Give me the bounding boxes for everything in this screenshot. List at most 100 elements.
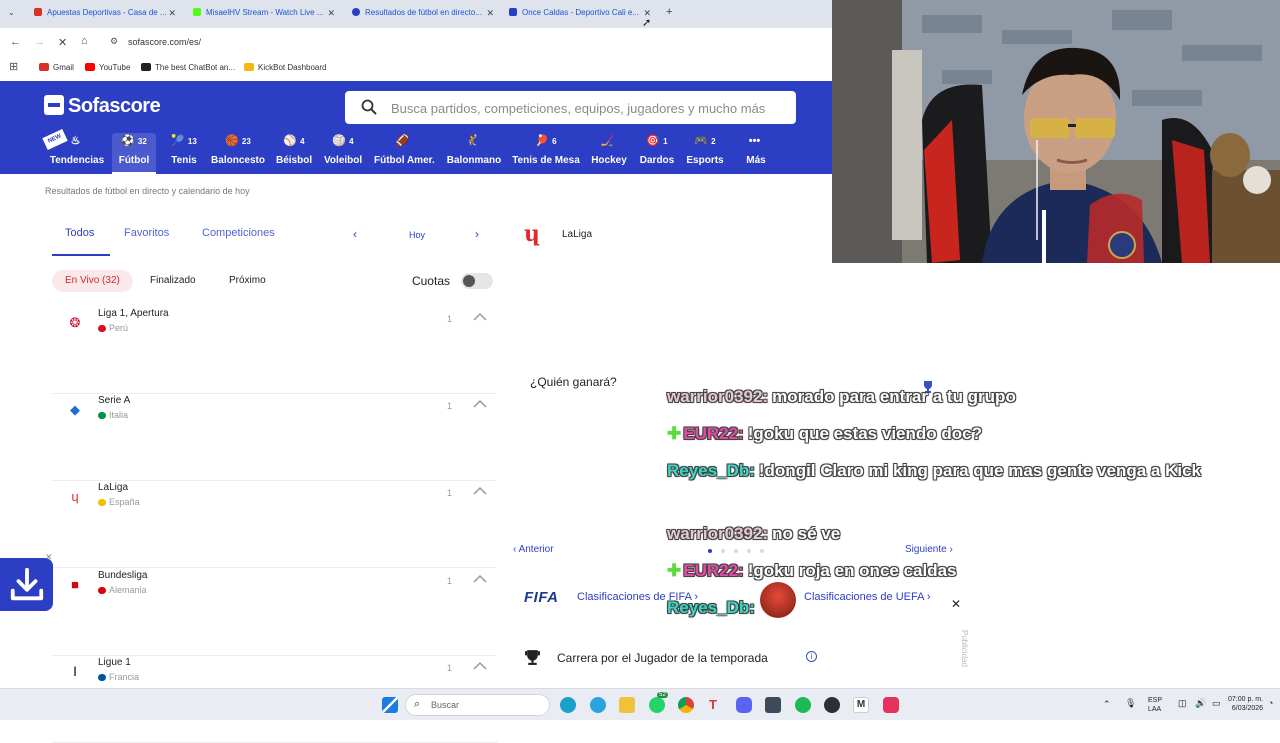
sport-tab-tenis[interactable]: 🎾 13 Tenis: [168, 133, 200, 173]
close-tab-icon[interactable]: ✕: [168, 8, 176, 19]
finished-filter[interactable]: Finalizado: [150, 275, 196, 286]
league-row[interactable]: ɥ LaLiga España 1: [52, 482, 497, 568]
league-match-count: 1: [447, 488, 453, 498]
browser-tab[interactable]: MisaelHV Stream - Watch Live ... ✕: [193, 8, 335, 22]
tab-competiciones[interactable]: Competiciones: [202, 227, 275, 239]
league-row[interactable]: ■ Bundesliga Alemania 1: [52, 570, 497, 656]
sport-tab-fútbol-amer-[interactable]: 🏈 Fútbol Amer.: [374, 133, 435, 173]
bookmark-chatbot[interactable]: The best ChatBot an...: [141, 63, 235, 72]
next-day-icon[interactable]: ›: [475, 227, 479, 241]
odds-toggle[interactable]: [461, 273, 493, 289]
close-tab-icon[interactable]: ✕: [327, 8, 335, 19]
chevron-up-icon[interactable]: [472, 397, 488, 411]
status-filter-row: En Vivo (32) Finalizado Próximo Cuotas: [52, 270, 497, 292]
forward-icon[interactable]: →: [34, 36, 45, 48]
browser-tab[interactable]: Once Caldas - Deportivo Cali e... ✕: [509, 8, 651, 22]
windows-start-icon[interactable]: [382, 697, 398, 713]
sofascore-logo[interactable]: Sofascore: [44, 95, 161, 118]
carousel-dot[interactable]: [734, 549, 738, 553]
notifications-icon[interactable]: ◔: [1268, 698, 1273, 708]
back-icon[interactable]: ←: [10, 36, 21, 48]
sport-tab-béisbol[interactable]: ⚾ 4 Béisbol: [276, 133, 312, 173]
prev-button[interactable]: ‹ Anterior: [513, 544, 554, 555]
chevron-up-icon[interactable]: [472, 310, 488, 324]
chat-message: ✚ EUR22: !goku roja en once caldas: [667, 558, 1237, 584]
sport-label: Tendencias: [49, 155, 105, 166]
featured-league-card[interactable]: ɥ LaLiga: [522, 222, 822, 248]
browser-tab[interactable]: Apuestas Deportivas - Casa de ... ✕: [34, 8, 176, 22]
telegram-icon[interactable]: [590, 697, 606, 713]
bookmark-youtube[interactable]: YouTube: [85, 63, 130, 72]
flag-icon: [98, 412, 106, 419]
taskbar-search[interactable]: ⌕ Buscar: [405, 694, 550, 716]
carousel-dot[interactable]: [747, 549, 751, 553]
chat-username: Reyes_Db:: [667, 598, 755, 617]
stop-loading-icon[interactable]: ✕: [58, 36, 67, 49]
volume-icon[interactable]: 🔊: [1195, 698, 1206, 709]
sport-tab-baloncesto[interactable]: 🏀 23 Baloncesto: [210, 133, 266, 173]
gmail-app-icon[interactable]: M: [853, 697, 869, 713]
download-close-icon[interactable]: ✕: [45, 552, 53, 563]
kickbot-icon: [244, 63, 254, 71]
battery-icon[interactable]: ▭: [1212, 698, 1221, 709]
chevron-up-icon[interactable]: [472, 572, 488, 586]
clock[interactable]: 07:00 p. m. 6/03/2026: [1228, 695, 1263, 713]
player-race-card[interactable]: Carrera por el Jugador de la temporada i: [524, 648, 964, 668]
close-tab-icon[interactable]: ✕: [486, 8, 494, 19]
info-icon[interactable]: i: [806, 651, 817, 662]
league-match-count: 1: [447, 576, 453, 586]
sport-tab-más[interactable]: ••• Más: [746, 133, 766, 173]
carousel-dot[interactable]: [721, 549, 725, 553]
hockey-icon: 🏒: [600, 135, 615, 147]
obs-icon[interactable]: [824, 697, 840, 713]
download-widget[interactable]: [0, 558, 53, 611]
bookmark-kickbot[interactable]: KickBot Dashboard: [244, 63, 326, 72]
sport-tab-dardos[interactable]: 🎯 1 Dardos: [639, 133, 675, 173]
language-indicator[interactable]: ESP LAA: [1148, 696, 1162, 714]
tray-chevron-icon[interactable]: ⌃: [1103, 699, 1111, 710]
tab-search-icon[interactable]: ⌄: [8, 8, 15, 17]
live-filter-chip[interactable]: En Vivo (32): [52, 270, 133, 292]
more-icon: •••: [748, 135, 761, 147]
carousel-dot[interactable]: [760, 549, 764, 553]
league-row[interactable]: ◆ Serie A Italia 1: [52, 395, 497, 481]
search-input[interactable]: [391, 97, 791, 119]
chrome-icon[interactable]: [678, 697, 694, 713]
sport-tab-fútbol[interactable]: ⚽ 32 Fútbol: [112, 133, 156, 174]
file-explorer-icon[interactable]: [619, 697, 635, 713]
spotify-icon[interactable]: [795, 697, 811, 713]
chevron-up-icon[interactable]: [472, 659, 488, 673]
calculator-icon[interactable]: [765, 697, 781, 713]
discord-icon[interactable]: [736, 697, 752, 713]
network-icon[interactable]: ◫: [1178, 698, 1187, 709]
mic-icon[interactable]: 🎙: [1125, 698, 1136, 709]
whatsapp-icon[interactable]: [649, 697, 665, 713]
league-row[interactable]: ❂ Liga 1, Apertura Perú 1: [52, 308, 497, 394]
league-emblem-icon: ❂: [69, 315, 81, 330]
prev-day-icon[interactable]: ‹: [353, 227, 357, 241]
volleyball-icon: 🏐: [332, 135, 347, 147]
search-box[interactable]: [345, 91, 796, 124]
site-info-icon[interactable]: ⚙: [110, 36, 118, 47]
sport-tab-hockey[interactable]: 🏒 Hockey: [591, 133, 627, 173]
home-icon[interactable]: ⌂: [81, 35, 88, 47]
tab-favoritos[interactable]: Favoritos: [124, 227, 169, 239]
edge-icon[interactable]: [560, 697, 576, 713]
tab-todos[interactable]: Todos: [65, 227, 94, 239]
sport-tab-esports[interactable]: 🎮 2 Esports: [686, 133, 724, 173]
sport-count: 2: [711, 137, 716, 146]
text-app-icon[interactable]: T: [705, 697, 721, 713]
sport-tab-voleibol[interactable]: 🏐 4 Voleibol: [324, 133, 362, 173]
sport-tab-balonmano[interactable]: 🤾 Balonmano: [446, 133, 502, 173]
bookmark-gmail[interactable]: Gmail: [39, 63, 74, 72]
tiktok-icon[interactable]: [883, 697, 899, 713]
carousel-dot[interactable]: [708, 549, 712, 553]
apps-grid-icon[interactable]: ⊞: [9, 60, 18, 73]
sport-tab-tenis-de-mesa[interactable]: 🏓 6 Tenis de Mesa: [512, 133, 580, 173]
new-tab-icon[interactable]: +: [666, 6, 672, 18]
url-text[interactable]: sofascore.com/es/: [128, 37, 201, 47]
date-label[interactable]: Hoy: [409, 230, 425, 240]
upcoming-filter[interactable]: Próximo: [229, 275, 266, 286]
browser-tab-active[interactable]: Resultados de fútbol en directo... ✕: [352, 8, 494, 22]
chevron-up-icon[interactable]: [472, 484, 488, 498]
